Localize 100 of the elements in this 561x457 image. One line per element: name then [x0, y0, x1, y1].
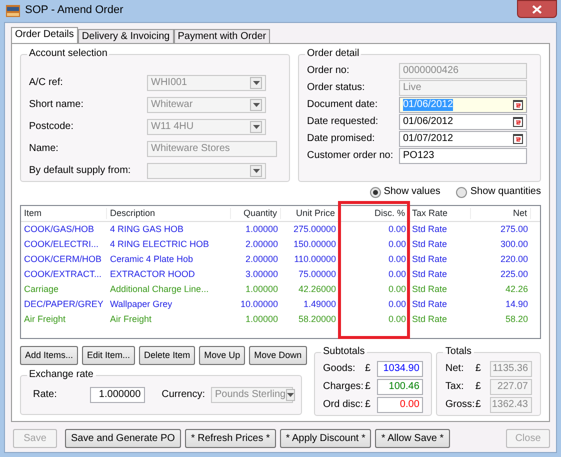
table-cell-text: 42.26000 [297, 284, 337, 295]
table-cell-text: 75.00000 [297, 269, 337, 280]
field-label: A/C ref: [29, 76, 64, 88]
table-cell-text: 4 RING ELECTRIC HOB [109, 239, 210, 250]
column-header[interactable]: Disc. % [339, 208, 409, 219]
table-cell-text: 150.00000 [292, 239, 337, 250]
rate-field[interactable]: 1.000000 [90, 387, 145, 403]
table-cell-text: 110.00000 [293, 254, 337, 265]
field-label: Net: [445, 362, 465, 374]
table-cell-text: 0.00 [387, 224, 407, 235]
table-cell-text: 300.00 [499, 239, 529, 250]
group-title: Order detail [306, 48, 360, 60]
field-label: Date promised: [307, 132, 376, 144]
currency-symbol: £ [475, 398, 482, 410]
table-cell-text: 0.00 [387, 239, 407, 250]
table-cell-text: Wallpaper Grey [109, 299, 174, 310]
calendar-icon[interactable] [513, 133, 523, 144]
group-title: Subtotals [322, 346, 366, 358]
input-field[interactable]: PO123 [399, 148, 527, 164]
table-cell-text: 14.90 [504, 299, 529, 310]
table-cell-text: 10.00000 [239, 299, 279, 310]
table-cell-text: 58.20000 [297, 314, 337, 325]
column-header[interactable]: Item [21, 208, 107, 219]
table-cell-text: 275.00 [499, 224, 529, 235]
field-label: Order status: [307, 82, 366, 94]
field-label: By default supply from: [29, 164, 132, 176]
currency-symbol: £ [365, 362, 372, 374]
date-field[interactable]: 01/06/2012 [399, 114, 527, 130]
footer-button[interactable]: * Apply Discount * [280, 429, 372, 448]
field-label: Ord disc: [323, 398, 364, 410]
field-label: Short name: [29, 98, 84, 110]
currency-symbol: £ [475, 380, 482, 392]
column-header[interactable]: Unit Price [281, 208, 339, 219]
item-button[interactable]: Edit Item... [82, 346, 136, 365]
amount-field: 227.07 [490, 378, 532, 394]
table-cell-text: 0.00 [387, 269, 407, 280]
item-button[interactable]: Add Items... [20, 346, 78, 365]
field-label: Currency: [162, 389, 205, 401]
table-cell-text: 1.00000 [244, 284, 279, 295]
amount-field[interactable]: 1034.90 [377, 360, 424, 376]
table-cell-text: 1.00000 [244, 314, 279, 325]
calendar-icon[interactable] [513, 99, 523, 110]
window-title: SOP - Amend Order [25, 4, 124, 18]
table-cell-text: Std Rate [411, 299, 448, 310]
field-label: Postcode: [29, 120, 74, 132]
amount-field: 1362.43 [490, 396, 532, 412]
group-title: Totals [444, 346, 473, 358]
radio-button[interactable]: Show values [370, 185, 440, 199]
amount-field[interactable]: 100.46 [377, 378, 424, 394]
table-cell-text: DEC/PAPER/GREY [23, 299, 104, 310]
footer-button[interactable]: Save and Generate PO [65, 429, 181, 448]
table-cell-text: 42.26 [504, 284, 529, 295]
radio-button[interactable]: Show quantities [456, 185, 541, 199]
table-cell-text: EXTRACTOR HOOD [109, 269, 196, 280]
table-cell-text: 225.00 [499, 269, 529, 280]
table-cell-text: COOK/CERM/HOB [23, 254, 103, 265]
item-button[interactable]: Move Down [249, 346, 307, 365]
field-label: Goods: [323, 362, 356, 374]
field-label: Customer order no: [307, 150, 394, 162]
table-cell-text: 0.00 [387, 314, 407, 325]
table-cell-text: 58.20 [504, 314, 529, 325]
field-label: Order no: [307, 64, 350, 76]
tab[interactable]: Delivery & Invoicing [78, 29, 174, 43]
table-cell-text: 0.00 [387, 254, 407, 265]
table-cell-text: 2.00000 [244, 254, 279, 265]
table-cell-text: 220.00 [499, 254, 529, 265]
currency-symbol: £ [365, 398, 372, 410]
table-cell-text: Std Rate [411, 314, 448, 325]
column-header[interactable]: Net [471, 208, 531, 219]
app-icon [6, 5, 20, 17]
table-cell-text: Carriage [23, 284, 60, 295]
table-cell-text: COOK/EXTRACT... [23, 269, 103, 280]
field-label: Charges: [323, 380, 365, 392]
table-cell-text: Std Rate [411, 284, 448, 295]
tab[interactable]: Order Details [11, 27, 78, 43]
group-title: Exchange rate [28, 369, 94, 381]
amount-field: 1135.36 [490, 360, 532, 376]
close-button[interactable] [517, 0, 557, 18]
table-cell-text: Air Freight [109, 314, 153, 325]
field-label: Tax: [445, 380, 465, 392]
column-header[interactable]: Quantity [231, 208, 281, 219]
item-button[interactable]: Move Up [199, 346, 246, 365]
footer-button[interactable]: * Allow Save * [375, 429, 450, 448]
column-header[interactable]: Tax Rate [409, 208, 471, 219]
table-cell-text: Ceramic 4 Plate Hob [109, 254, 194, 265]
footer-button[interactable]: * Refresh Prices * [184, 429, 276, 448]
currency-symbol: £ [365, 380, 372, 392]
group-title: Account selection [28, 48, 108, 60]
field-label: Document date: [307, 98, 379, 110]
tab[interactable]: Payment with Order [174, 29, 270, 43]
date-field[interactable]: 01/07/2012 [399, 130, 527, 146]
amount-field[interactable]: 0.00 [377, 396, 424, 412]
calendar-icon[interactable] [513, 116, 523, 127]
column-header[interactable]: Description [107, 208, 231, 219]
table-cell-text: Air Freight [23, 314, 67, 325]
item-button[interactable]: Delete Item [139, 346, 196, 365]
table-cell-text: 1.49000 [302, 299, 337, 310]
table-cell-text: Additional Charge Line... [109, 284, 210, 295]
table-cell-text: 2.00000 [244, 239, 279, 250]
table-cell-text: Std Rate [411, 224, 448, 235]
